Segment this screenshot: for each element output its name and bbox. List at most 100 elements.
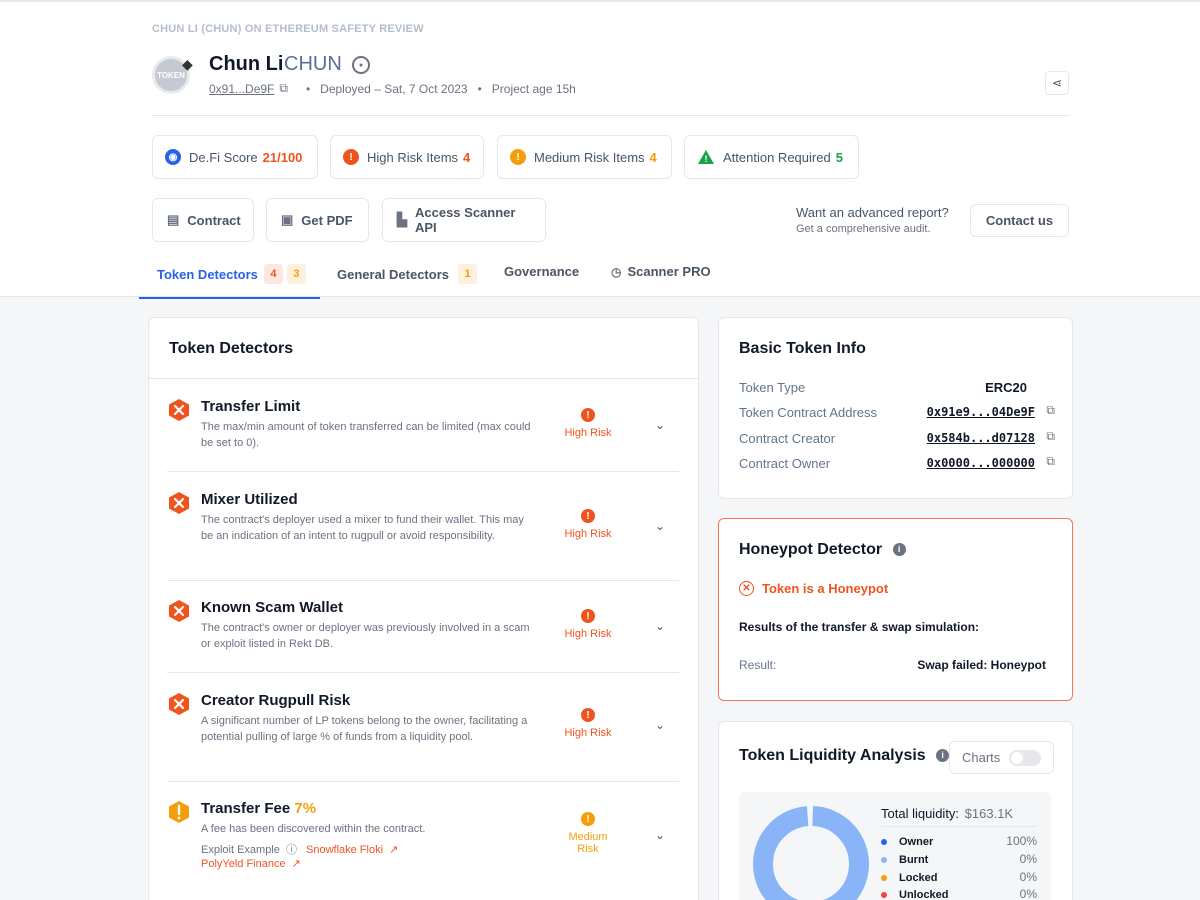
detector-row-known-scam-wallet[interactable]: Known Scam Wallet The contract's owner o… — [167, 599, 679, 673]
attention-metric[interactable]: ! Attention Required 5 — [684, 135, 859, 179]
copy-icon[interactable]: ⧉ — [1046, 454, 1055, 469]
high-count-badge: 4 — [263, 264, 283, 284]
exploit-link-snowflake-floki[interactable]: Snowflake Floki — [306, 844, 383, 856]
exploit-example-row: PolyYeld Finance ↗ — [201, 857, 301, 870]
medium-count-badge: 3 — [286, 264, 306, 284]
separator-dot: • — [477, 81, 482, 96]
result-label: Result: — [739, 658, 777, 672]
exclamation-icon: ! — [581, 509, 595, 523]
external-link-icon: ↗ — [291, 858, 301, 870]
info-row-contract-address: Token Contract Address 0x91e9...04De9F ⧉ — [739, 403, 1055, 420]
risk-label: Medium Risk — [568, 831, 608, 855]
high-risk-label: High Risk Items — [367, 149, 459, 165]
detector-row-mixer-utilized[interactable]: Mixer Utilized The contract's deployer u… — [167, 491, 679, 581]
info-value-link[interactable]: 0x584b...d07128 — [927, 431, 1035, 445]
honeypot-status-text: Token is a Honeypot — [762, 581, 889, 596]
tab-label: Token Detectors — [157, 266, 258, 282]
medium-risk-metric[interactable]: ! Medium Risk Items 4 — [497, 135, 672, 179]
legend-row-locked: Locked 0% — [881, 870, 1037, 884]
file-icon: ▙ — [397, 212, 407, 227]
scanner-api-button[interactable]: ▙ Access Scanner API — [382, 198, 546, 242]
divider — [149, 378, 698, 379]
tab-governance[interactable]: Governance — [504, 264, 579, 279]
contract-address-link[interactable]: 0x91...De9F — [209, 82, 274, 96]
warning-triangle-icon: ! — [697, 149, 715, 165]
info-value-link[interactable]: 0x91e9...04De9F — [927, 405, 1035, 419]
legend-pct: 100% — [1006, 834, 1037, 848]
hexagon-exclamation-icon — [169, 801, 189, 823]
legend-pct: 0% — [1019, 870, 1037, 884]
risk-label: High Risk — [564, 427, 612, 439]
detector-row-transfer-fee[interactable]: Transfer Fee 7% A fee has been discovere… — [167, 800, 679, 896]
info-row-token-type: Token Type ERC20 — [739, 380, 1055, 395]
tab-general-detectors[interactable]: General Detectors 1 — [337, 264, 477, 284]
detector-name: Creator Rugpull Risk — [201, 692, 351, 709]
hexagon-x-icon — [169, 600, 189, 622]
divider — [881, 826, 1037, 827]
chevron-down-icon[interactable]: ⌄ — [655, 828, 665, 842]
risk-label: High Risk — [564, 528, 612, 540]
high-risk-metric[interactable]: ! High Risk Items 4 — [330, 135, 484, 179]
defi-score-metric[interactable]: ◉ De.Fi Score 21/100 — [152, 135, 318, 179]
fee-value: 7% — [294, 800, 317, 817]
token-symbol: CHUN — [284, 53, 342, 75]
contact-us-button[interactable]: Contact us — [970, 204, 1069, 237]
project-age: Project age 15h — [491, 81, 576, 96]
info-value-link[interactable]: 0x0000...000000 — [927, 456, 1035, 470]
defi-score-value: 21/100 — [262, 149, 303, 165]
exploit-example-label: Exploit Example — [201, 844, 280, 856]
token-logo-text: TOKEN — [157, 70, 185, 80]
get-pdf-button[interactable]: ▣ Get PDF — [266, 198, 369, 242]
exclamation-icon: ! — [510, 149, 526, 165]
risk-label: High Risk — [564, 628, 612, 640]
ethereum-icon: ◆ — [182, 56, 193, 72]
detector-name-text: Transfer Fee — [201, 800, 291, 817]
charts-toggle[interactable]: Charts — [949, 741, 1054, 774]
info-row-contract-creator: Contract Creator 0x584b...d07128 ⧉ — [739, 429, 1055, 446]
get-pdf-label: Get PDF — [301, 212, 353, 228]
copy-icon[interactable]: ⧉ — [279, 81, 288, 96]
chevron-down-icon[interactable]: ⌄ — [655, 519, 665, 533]
info-icon[interactable]: i — [936, 748, 950, 762]
copy-icon[interactable]: ⧉ — [1046, 429, 1055, 444]
toggle-switch[interactable] — [1009, 750, 1041, 766]
exclamation-icon: ! — [581, 408, 595, 422]
detector-row-creator-rugpull-risk[interactable]: Creator Rugpull Risk A significant numbe… — [167, 692, 679, 782]
detector-row-transfer-limit[interactable]: Transfer Limit The max/min amount of tok… — [167, 398, 679, 472]
chevron-down-icon[interactable]: ⌄ — [655, 418, 665, 432]
image-icon: ▣ — [281, 212, 294, 227]
legend-label: Unlocked — [899, 889, 949, 900]
share-icon: ⋖ — [1051, 76, 1063, 90]
advanced-report-subtitle: Get a comprehensive audit. — [796, 223, 931, 235]
exploit-example-row: Exploit Example ⓘ Snowflake Floki ↗ — [201, 841, 398, 857]
share-button[interactable]: ⋖ — [1045, 71, 1069, 95]
card-title-text: Token Liquidity Analysis — [739, 747, 926, 764]
exploit-link-polyyeld-finance[interactable]: PolyYeld Finance — [201, 858, 286, 870]
copy-icon[interactable]: ⧉ — [1046, 403, 1055, 418]
hexagon-x-icon — [169, 492, 189, 514]
contract-button[interactable]: ▤ Contract — [152, 198, 254, 242]
info-value: ERC20 — [985, 380, 1027, 395]
toggle-knob — [1011, 752, 1023, 764]
chevron-down-icon[interactable]: ⌄ — [655, 718, 665, 732]
info-icon[interactable]: i — [892, 542, 906, 556]
info-label: Contract Creator — [739, 431, 836, 446]
detector-name: Transfer Limit — [201, 398, 301, 415]
legend-label: Burnt — [899, 854, 929, 866]
risk-level: ! High Risk — [557, 408, 619, 439]
chevron-down-icon[interactable]: ⌄ — [655, 619, 665, 633]
risk-level: ! High Risk — [557, 609, 619, 640]
active-tab-indicator — [139, 297, 320, 299]
circle-x-icon: ✕ — [739, 581, 754, 596]
risk-level: ! Medium Risk — [557, 812, 619, 855]
token-detectors-card: Token Detectors Transfer Limit The max/m… — [148, 317, 699, 900]
legend-label: Owner — [899, 836, 934, 848]
help-icon[interactable]: ⓘ — [286, 844, 297, 856]
legend-dot — [881, 856, 887, 863]
divider — [152, 115, 1069, 116]
medium-count-badge: 1 — [458, 264, 477, 284]
tab-scanner-pro[interactable]: ◷ Scanner PRO — [611, 264, 711, 279]
honeypot-status: ✕ Token is a Honeypot — [739, 581, 888, 596]
card-title-text: Honeypot Detector — [739, 541, 883, 558]
tab-token-detectors[interactable]: Token Detectors 4 3 — [157, 264, 306, 284]
